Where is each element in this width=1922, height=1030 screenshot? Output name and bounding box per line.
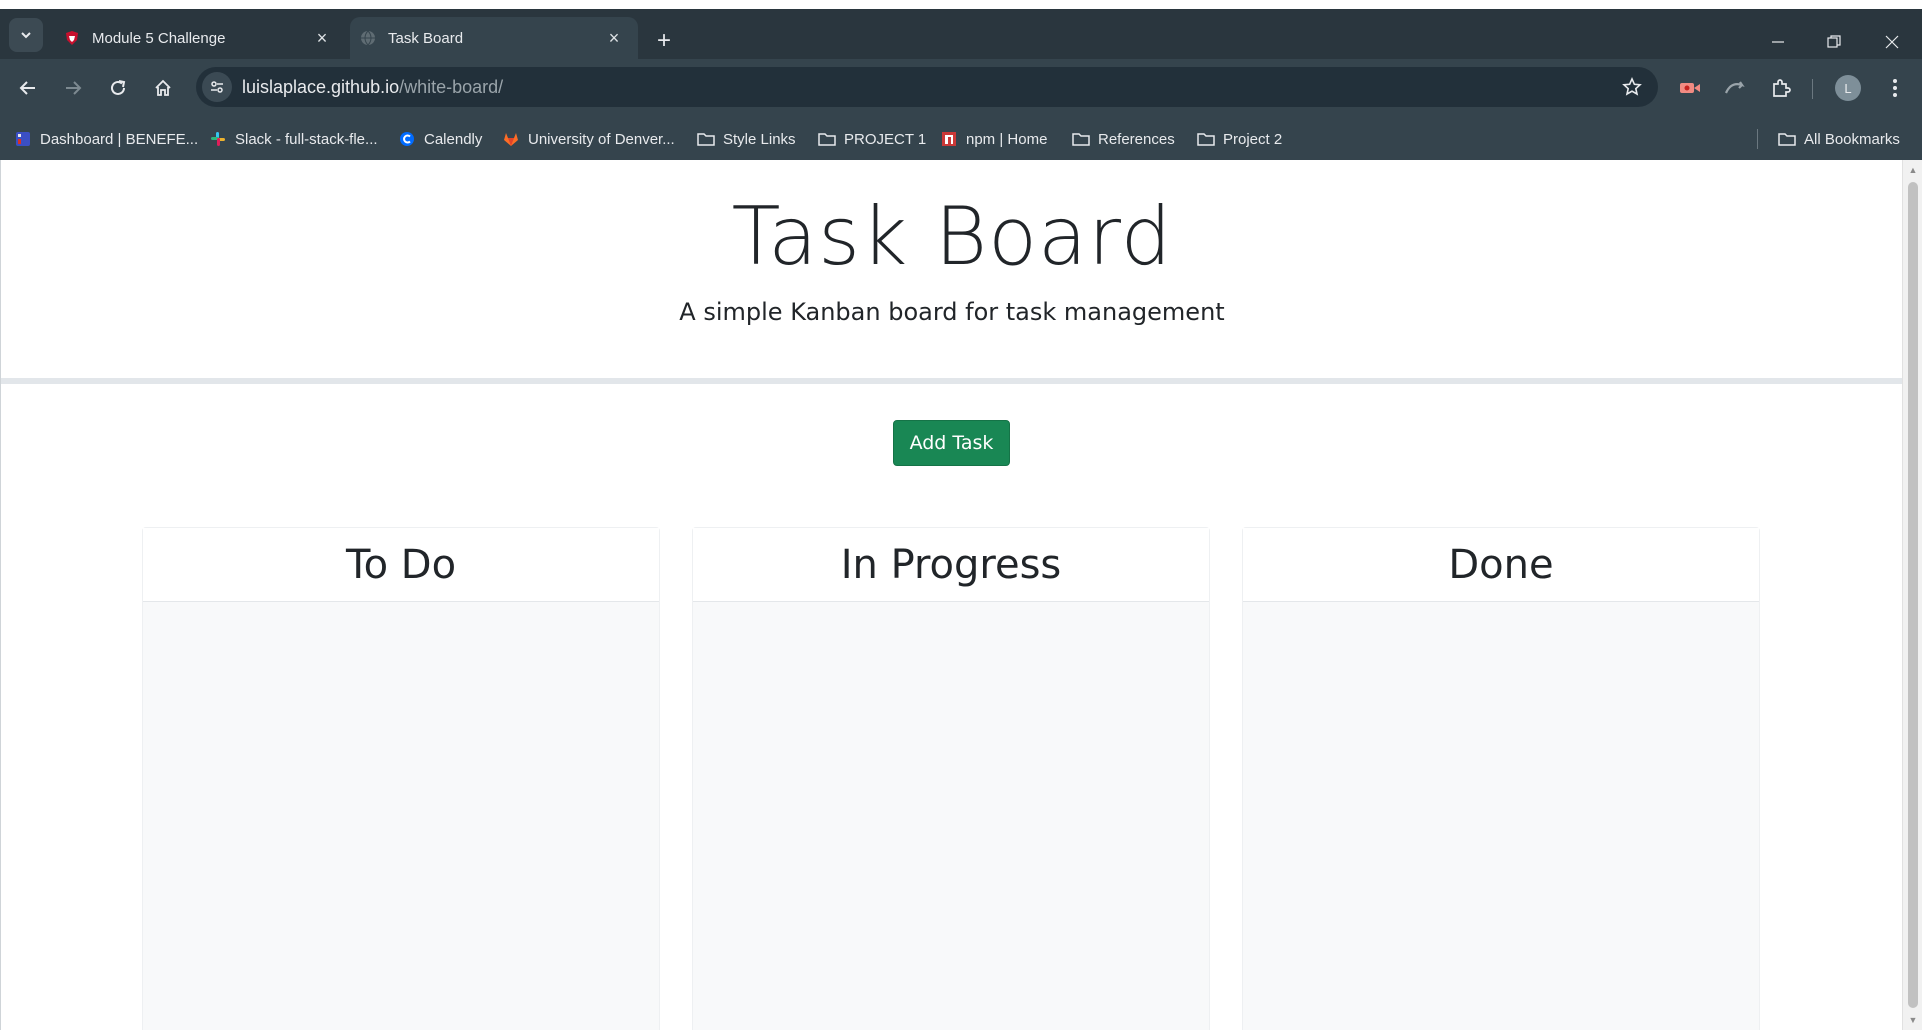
bookmark-label: Dashboard | BENEFE...	[40, 130, 199, 148]
folder-icon	[1072, 130, 1090, 148]
tab-title: Task Board	[388, 29, 464, 47]
gitlab-icon	[502, 130, 520, 148]
bookmark-star-icon[interactable]	[1620, 75, 1644, 99]
url-path: /white-board/	[399, 76, 504, 97]
folder-icon	[1197, 130, 1215, 148]
new-tab-button[interactable]: +	[650, 27, 678, 55]
tab-module-5-challenge[interactable]: Module 5 Challenge ×	[54, 17, 346, 59]
minimize-icon[interactable]	[1760, 27, 1796, 57]
dashboard-favicon	[14, 130, 32, 148]
lane-title: To Do	[143, 528, 659, 602]
lane-title: In Progress	[693, 528, 1209, 602]
toolbar-divider	[1812, 79, 1813, 99]
close-window-icon[interactable]	[1874, 27, 1910, 57]
scroll-up-icon[interactable]: ▲	[1907, 164, 1919, 176]
restore-icon[interactable]	[1816, 27, 1852, 57]
lane-done: Done	[1242, 527, 1760, 1030]
browser-chrome: Module 5 Challenge × Task Board × + luis…	[0, 0, 1922, 160]
window-top-edge	[0, 0, 1922, 9]
address-bar[interactable]: luislaplace.github.io/white-board/	[196, 67, 1658, 107]
tab-search-button[interactable]	[9, 18, 43, 52]
bookmark-slack[interactable]: Slack - full-stack-fle...	[209, 127, 378, 151]
chevron-down-icon	[21, 32, 31, 39]
bookmark-label: Project 2	[1223, 130, 1283, 148]
slack-icon	[209, 130, 227, 148]
extension-record-icon[interactable]	[1675, 73, 1705, 103]
bookmark-label: Slack - full-stack-fle...	[235, 130, 378, 148]
lane-title: Done	[1243, 528, 1759, 602]
back-button[interactable]	[11, 71, 45, 105]
reload-icon	[111, 80, 126, 95]
scroll-down-icon[interactable]: ▼	[1907, 1014, 1919, 1026]
url-text: luislaplace.github.io/white-board/	[242, 77, 503, 98]
lane-todo: To Do	[142, 527, 660, 1030]
folder-icon	[1778, 130, 1796, 148]
bookmark-label: University of Denver...	[528, 130, 675, 148]
calendly-icon	[398, 130, 416, 148]
all-bookmarks-label: All Bookmarks	[1804, 130, 1900, 148]
scrollbar-thumb[interactable]	[1908, 182, 1918, 1008]
close-icon[interactable]: ×	[310, 26, 334, 50]
vertical-scrollbar[interactable]: ▲ ▼	[1902, 160, 1922, 1030]
page-title: Task Board	[731, 190, 1173, 283]
home-button[interactable]	[146, 71, 180, 105]
bookmarks-bar: Dashboard | BENEFE... Slack - full-stack…	[0, 117, 1922, 160]
bookmark-label: References	[1098, 130, 1175, 148]
bookmark-folder-style-links[interactable]: Style Links	[697, 127, 796, 151]
reload-button[interactable]	[101, 71, 135, 105]
folder-icon	[818, 130, 836, 148]
bookmark-university-of-denver[interactable]: University of Denver...	[502, 127, 675, 151]
bookmark-dashboard[interactable]: Dashboard | BENEFE...	[14, 127, 198, 151]
bookmark-label: npm | Home	[966, 130, 1048, 148]
tab-bar: Module 5 Challenge × Task Board × +	[0, 9, 1922, 59]
page-subtitle: A simple Kanban board for task managemen…	[679, 298, 1225, 326]
more-menu-icon[interactable]	[1880, 73, 1910, 103]
bookmark-folder-project-1[interactable]: PROJECT 1	[818, 127, 926, 151]
bookmark-folder-project-2[interactable]: Project 2	[1197, 127, 1282, 151]
arrow-right-icon	[66, 81, 82, 95]
arrow-left-icon	[19, 81, 35, 95]
site-settings-icon[interactable]	[202, 72, 232, 102]
tab-title: Module 5 Challenge	[92, 29, 226, 47]
extensions-puzzle-icon[interactable]	[1766, 73, 1796, 103]
forward-button[interactable]	[56, 71, 90, 105]
bookmark-folder-references[interactable]: References	[1072, 127, 1175, 151]
page-viewport: Task Board A simple Kanban board for tas…	[0, 160, 1902, 1030]
shield-icon	[64, 30, 80, 46]
page-header: Task Board A simple Kanban board for tas…	[1, 160, 1902, 384]
globe-icon	[360, 30, 376, 46]
bookmarks-divider	[1757, 129, 1758, 149]
bookmark-label: Calendly	[424, 130, 483, 148]
add-task-button[interactable]: Add Task	[893, 420, 1010, 466]
all-bookmarks-button[interactable]: All Bookmarks	[1778, 127, 1900, 151]
bookmark-calendly[interactable]: Calendly	[398, 127, 482, 151]
url-host: luislaplace.github.io	[242, 76, 400, 97]
folder-icon	[697, 130, 715, 148]
bookmark-label: Style Links	[723, 130, 796, 148]
bookmark-label: PROJECT 1	[844, 130, 927, 148]
home-icon	[155, 79, 171, 96]
browser-toolbar: luislaplace.github.io/white-board/ L	[0, 59, 1922, 117]
close-icon[interactable]: ×	[602, 26, 626, 50]
profile-avatar[interactable]: L	[1835, 75, 1861, 101]
bookmark-npm[interactable]: npm | Home	[940, 127, 1047, 151]
lane-in-progress: In Progress	[692, 527, 1210, 1030]
tab-task-board[interactable]: Task Board ×	[350, 17, 638, 59]
npm-icon	[940, 130, 958, 148]
extension-arrow-icon[interactable]	[1720, 73, 1750, 103]
